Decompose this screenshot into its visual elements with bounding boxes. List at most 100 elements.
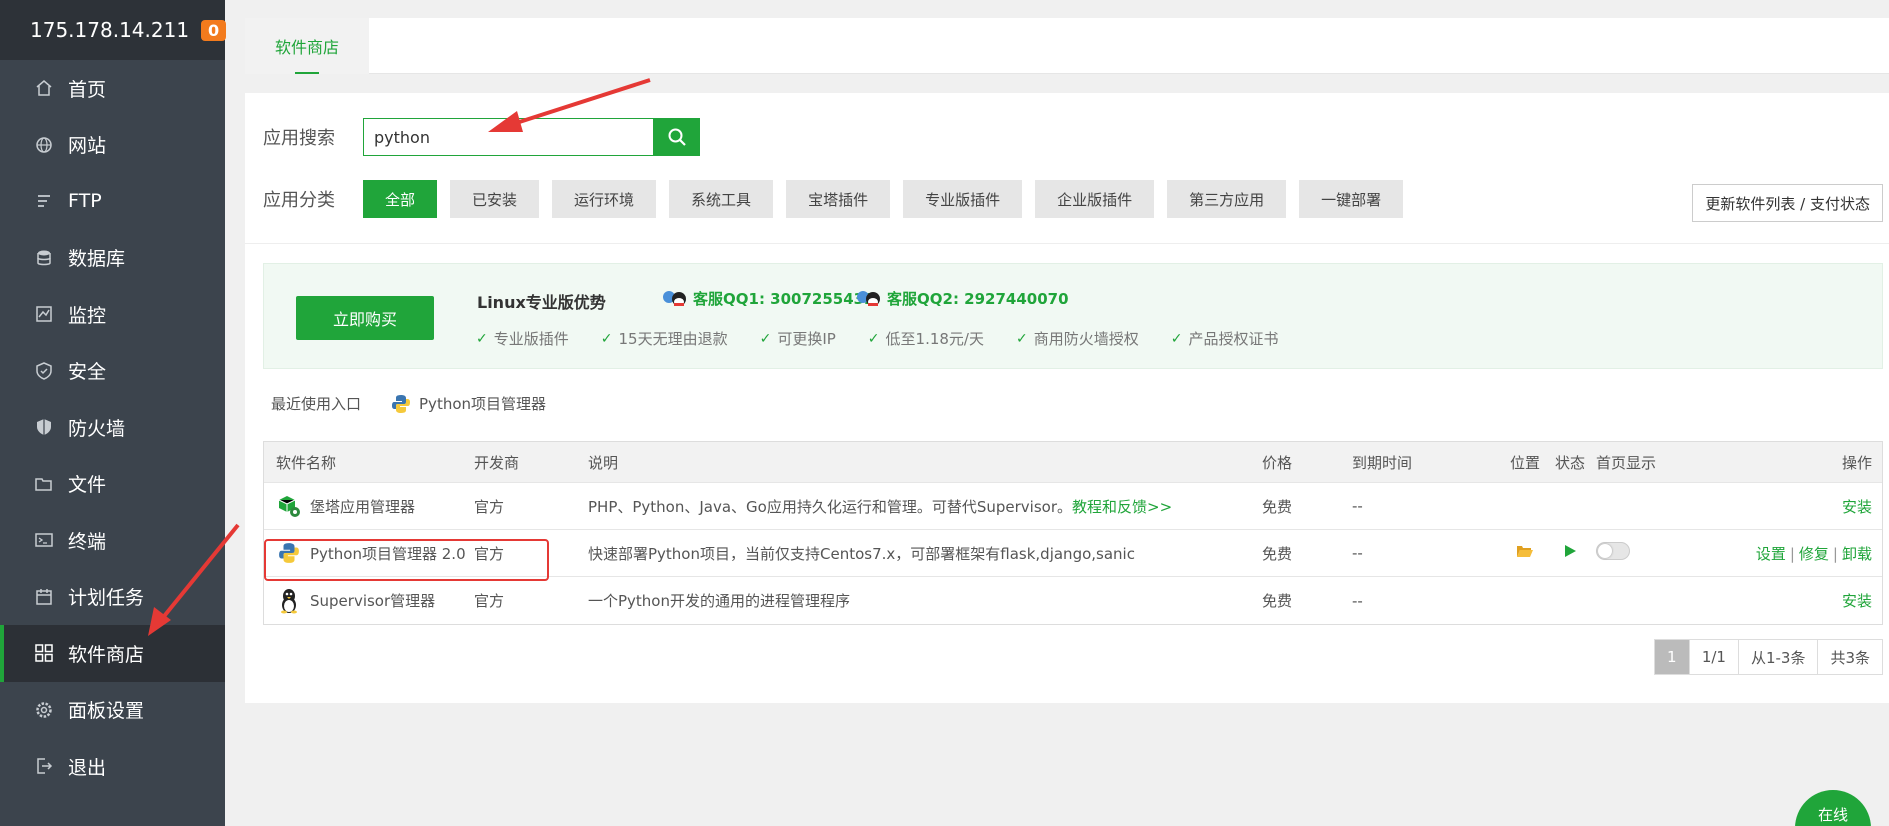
sidebar-item-label: 面板设置 — [68, 700, 145, 723]
sidebar-item-label: 终端 — [68, 530, 107, 553]
app-name[interactable]: Supervisor管理器 — [310, 590, 435, 611]
category-row: 应用分类 全部 已安装 运行环境 系统工具 宝塔插件 专业版插件 企业版插件 第… — [263, 180, 1416, 218]
play-icon[interactable] — [1563, 544, 1577, 558]
app-dev: 官方 — [474, 497, 505, 516]
promo-feature: ✓ 15天无理由退款 — [601, 328, 728, 349]
search-row: 应用搜索 — [263, 118, 700, 156]
search-button[interactable] — [653, 118, 700, 156]
home-display-toggle[interactable] — [1596, 542, 1630, 560]
grid-icon — [34, 643, 54, 663]
uninstall-button[interactable]: 卸载 — [1842, 545, 1872, 563]
category-label: 应用分类 — [263, 190, 335, 211]
sidebar-item-terminal[interactable]: 终端 — [0, 512, 225, 569]
tab-software-store[interactable]: 软件商店 — [245, 18, 369, 74]
app-price: 免费 — [1262, 544, 1293, 563]
category-system-tools[interactable]: 系统工具 — [669, 180, 774, 218]
promo-features: ✓ 专业版插件 ✓ 15天无理由退款 ✓ 可更换IP ✓ 低至1.18元/天 ✓ 商用防火… — [476, 328, 1310, 349]
refresh-software-list-button[interactable]: 更新软件列表 / 支付状态 — [1692, 184, 1883, 222]
folder-icon — [34, 474, 54, 494]
app-name-cell: Python项目管理器 2.0 — [264, 540, 472, 566]
qq-icon — [857, 290, 880, 306]
sidebar-item-cron[interactable]: 计划任务 — [0, 569, 225, 626]
sidebar-item-label: 软件商店 — [68, 643, 145, 666]
sidebar-item-label: FTP — [68, 190, 102, 213]
recent-entries: 最近使用入口 Python项目管理器 — [271, 393, 546, 414]
category-third-party[interactable]: 第三方应用 — [1167, 180, 1287, 218]
recent-item-python-manager[interactable]: Python项目管理器 — [391, 393, 546, 414]
page-total: 共3条 — [1817, 640, 1882, 674]
app-name[interactable]: 堡塔应用管理器 — [310, 496, 415, 517]
sidebar-item-label: 文件 — [68, 474, 107, 497]
server-header: 175.178.14.211 0 — [0, 0, 227, 60]
pagination: 1 1/1 从1-3条 共3条 — [1653, 639, 1883, 675]
search-label: 应用搜索 — [263, 128, 335, 149]
software-table: 软件名称 开发商 说明 价格 到期时间 位置 状态 首页显示 操作 堡塔应用管理… — [263, 441, 1883, 625]
install-button[interactable]: 安装 — [1842, 498, 1872, 516]
sidebar-item-label: 计划任务 — [68, 587, 145, 610]
buy-now-button[interactable]: 立即购买 — [296, 296, 434, 340]
app-desc-text: PHP、Python、Java、Go应用持久化运行和管理。可替代Supervis… — [588, 497, 1073, 516]
sidebar-item-website[interactable]: 网站 — [0, 117, 225, 174]
app-name-cell: 堡塔应用管理器 — [264, 493, 472, 519]
app-price: 免费 — [1262, 592, 1293, 610]
main-content: 软件商店 应用搜索 应用分类 全部 已安装 运行环境 系统工具 宝塔插件 专业版… — [225, 0, 1889, 826]
col-op-header: 操作 — [1841, 453, 1872, 472]
category-bt-plugins[interactable]: 宝塔插件 — [786, 180, 891, 218]
category-runtime[interactable]: 运行环境 — [552, 180, 657, 218]
app-desc: 一个Python开发的通用的进程管理程序 — [588, 592, 850, 610]
page-current[interactable]: 1 — [1654, 640, 1689, 674]
sidebar-item-label: 首页 — [68, 78, 107, 101]
sidebar-item-files[interactable]: 文件 — [0, 456, 225, 513]
sidebar-item-security[interactable]: 安全 — [0, 343, 225, 400]
app-manager-icon — [276, 493, 302, 519]
category-installed[interactable]: 已安装 — [450, 180, 540, 218]
category-one-click-deploy[interactable]: 一键部署 — [1299, 180, 1404, 218]
qq-support-2[interactable]: 客服QQ2: 2927440070 — [855, 288, 1069, 309]
app-name[interactable]: Python项目管理器 2.0 — [310, 543, 466, 564]
tutorial-feedback-link[interactable]: 教程和反馈>> — [1072, 498, 1172, 516]
category-list: 全部 已安装 运行环境 系统工具 宝塔插件 专业版插件 企业版插件 第三方应用 … — [363, 180, 1416, 218]
online-support-button[interactable]: 在线 — [1795, 790, 1871, 826]
linux-penguin-icon — [276, 588, 302, 614]
sidebar-item-software-store[interactable]: 软件商店 — [0, 625, 225, 682]
search-icon — [668, 128, 686, 146]
promo-title: Linux专业版优势 — [477, 293, 606, 312]
sidebar-item-home[interactable]: 首页 — [0, 60, 225, 117]
logout-icon — [34, 756, 54, 776]
col-desc-header: 说明 — [588, 453, 619, 472]
search-input[interactable] — [363, 118, 653, 156]
qq-support-1[interactable]: 客服QQ1: 3007255432 — [661, 288, 875, 309]
separator: | — [1789, 544, 1795, 563]
promo-feature-text: 专业版插件 — [493, 330, 569, 348]
shield-icon — [34, 361, 54, 381]
sidebar-item-panel-settings[interactable]: 面板设置 — [0, 682, 225, 739]
table-row: Supervisor管理器 官方 一个Python开发的通用的进程管理程序 免费… — [264, 577, 1882, 624]
app-dev: 官方 — [474, 544, 505, 563]
check-icon: ✓ — [1015, 330, 1028, 347]
sidebar-item-monitor[interactable]: 监控 — [0, 286, 225, 343]
app-name-cell: Supervisor管理器 — [264, 588, 472, 614]
sidebar-item-logout[interactable]: 退出 — [0, 738, 225, 795]
sidebar-item-database[interactable]: 数据库 — [0, 230, 225, 287]
app-op: 安装 — [1700, 590, 1882, 611]
app-op: 设置 | 修复 | 卸载 — [1700, 543, 1882, 564]
app-expire: -- — [1352, 497, 1363, 515]
col-home-header: 首页显示 — [1596, 453, 1657, 472]
promo-feature: ✓ 低至1.18元/天 — [868, 328, 984, 349]
folder-open-icon[interactable] — [1516, 543, 1534, 559]
category-pro-plugins[interactable]: 专业版插件 — [903, 180, 1023, 218]
category-all[interactable]: 全部 — [363, 180, 438, 218]
sidebar-item-firewall[interactable]: 防火墙 — [0, 399, 225, 456]
category-enterprise-plugins[interactable]: 企业版插件 — [1035, 180, 1155, 218]
settings-button[interactable]: 设置 — [1756, 545, 1786, 563]
col-location-header: 位置 — [1509, 453, 1540, 472]
sidebar-item-label: 退出 — [68, 756, 107, 779]
install-button[interactable]: 安装 — [1842, 592, 1872, 610]
sidebar-item-ftp[interactable]: FTP — [0, 173, 225, 230]
check-icon: ✓ — [1170, 330, 1183, 347]
col-name-header: 软件名称 — [276, 453, 337, 472]
repair-button[interactable]: 修复 — [1799, 545, 1829, 563]
sidebar-item-label: 防火墙 — [68, 417, 126, 440]
notification-badge[interactable]: 0 — [201, 19, 227, 41]
home-icon — [34, 78, 54, 98]
